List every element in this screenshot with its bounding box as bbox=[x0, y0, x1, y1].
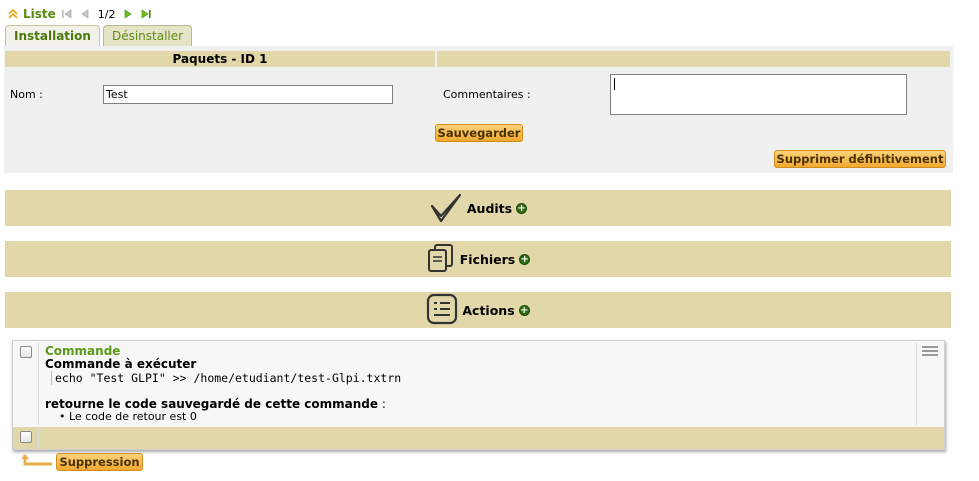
suppression-button[interactable]: Suppression bbox=[56, 453, 143, 471]
return-code-line: retourne le code sauvegardé de cette com… bbox=[45, 397, 386, 411]
nom-field[interactable] bbox=[103, 85, 393, 104]
fichiers-label: Fichiers bbox=[459, 251, 516, 267]
add-audit-icon[interactable]: + bbox=[516, 202, 528, 214]
last-page-icon[interactable] bbox=[139, 7, 153, 21]
pager-indicator: 1/2 bbox=[97, 7, 116, 21]
files-icon bbox=[426, 243, 456, 276]
column-divider bbox=[38, 343, 39, 425]
action-select-checkbox[interactable] bbox=[20, 346, 32, 358]
column-divider bbox=[38, 427, 39, 449]
list-footer bbox=[13, 427, 944, 449]
record-navigation: Liste 1/2 bbox=[6, 6, 153, 22]
text-caret bbox=[614, 78, 615, 90]
liste-label: Liste bbox=[23, 7, 56, 21]
previous-page-icon[interactable] bbox=[78, 7, 92, 21]
return-code-value: Le code de retour est 0 bbox=[69, 410, 197, 423]
commentaires-field[interactable] bbox=[610, 74, 907, 115]
audits-section[interactable]: Audits + bbox=[5, 190, 951, 226]
fichiers-section[interactable]: Fichiers + bbox=[5, 241, 951, 277]
package-form: Paquets - ID 1 Nom : Commentaires : Sauv… bbox=[4, 46, 953, 173]
tab-installation[interactable]: Installation bbox=[5, 25, 100, 46]
delete-permanently-button[interactable]: Supprimer définitivement bbox=[774, 150, 946, 168]
first-page-icon[interactable] bbox=[60, 7, 74, 21]
corner-arrow-icon bbox=[20, 454, 54, 468]
list-item[interactable]: Commande Commande à exécuter echo "Test … bbox=[13, 341, 944, 427]
checkmark-icon bbox=[429, 192, 463, 225]
action-subtitle: Commande à exécuter bbox=[45, 357, 197, 371]
actions-section[interactable]: Actions + bbox=[5, 292, 951, 328]
actions-label: Actions bbox=[462, 302, 515, 318]
audits-label: Audits bbox=[466, 200, 513, 216]
add-action-icon[interactable]: + bbox=[518, 304, 530, 316]
commentaires-label: Commentaires : bbox=[443, 88, 531, 101]
tab-desinstaller[interactable]: Désinstaller bbox=[102, 25, 193, 46]
form-header-spacer bbox=[437, 51, 950, 67]
chevron-up-icon bbox=[6, 7, 20, 21]
action-title[interactable]: Commande bbox=[45, 344, 120, 358]
return-code-suffix: : bbox=[378, 397, 386, 411]
form-title: Paquets - ID 1 bbox=[5, 51, 435, 67]
command-text: echo "Test GLPI" >> /home/etudiant/test-… bbox=[51, 371, 401, 385]
form-header: Paquets - ID 1 bbox=[5, 51, 950, 67]
nom-label: Nom : bbox=[10, 88, 43, 101]
list-icon bbox=[426, 293, 458, 328]
tab-bar: Installation Désinstaller bbox=[5, 25, 193, 46]
next-page-icon[interactable] bbox=[121, 7, 135, 21]
drag-handle-icon[interactable] bbox=[922, 346, 938, 359]
column-divider bbox=[916, 343, 917, 425]
return-code-item: • Le code de retour est 0 bbox=[59, 410, 197, 423]
add-file-icon[interactable]: + bbox=[519, 253, 531, 265]
return-code-label: retourne le code sauvegardé de cette com… bbox=[45, 397, 378, 411]
actions-list: Commande Commande à exécuter echo "Test … bbox=[12, 340, 945, 450]
select-all-checkbox[interactable] bbox=[20, 431, 32, 443]
save-button[interactable]: Sauvegarder bbox=[435, 124, 523, 142]
liste-link[interactable]: Liste bbox=[6, 7, 56, 21]
